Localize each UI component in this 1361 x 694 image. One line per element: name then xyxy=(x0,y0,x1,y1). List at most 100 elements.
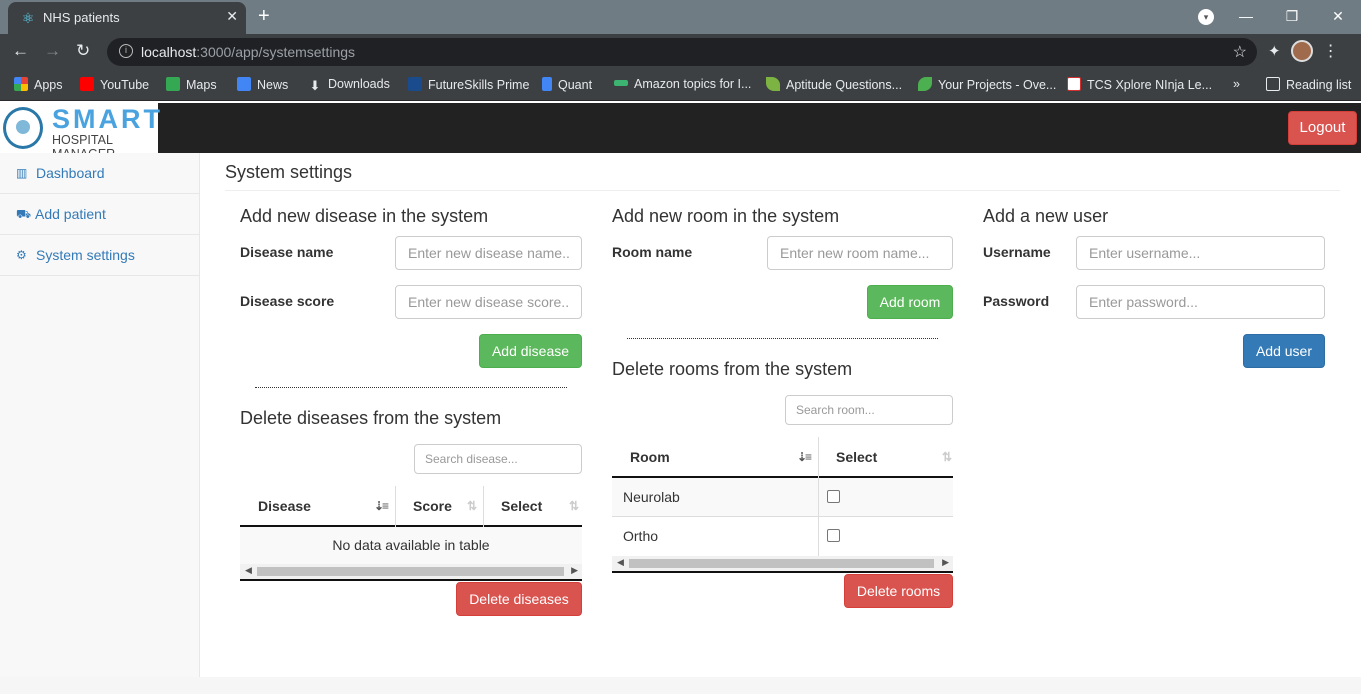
address-bar[interactable]: i localhost:3000/app/systemsettings ☆ xyxy=(107,38,1257,66)
back-icon[interactable]: ← xyxy=(12,41,29,61)
sidebar-item-dashboard[interactable]: ▥ Dashboard xyxy=(0,153,199,194)
column-header-select[interactable]: Select ⇅ xyxy=(483,486,582,527)
bookmark-tcs-xplore[interactable]: TCS Xplore NInja Le... xyxy=(1067,77,1212,92)
room-name-cell: Neurolab xyxy=(623,489,680,505)
browser-tabstrip: ⚛ NHS patients ✕ + ▾ — ❐ ✕ xyxy=(0,0,1361,34)
info-icon[interactable]: i xyxy=(119,44,133,58)
apps-grid-icon xyxy=(14,77,28,91)
url-host: localhost xyxy=(141,44,197,60)
sort-icon: ⇅ xyxy=(941,450,952,464)
tab-search-icon[interactable]: ▾ xyxy=(1198,9,1214,25)
rooms-table: Room ⇣≡ Select ⇅ Neurolab Ortho ◀ ▶ xyxy=(612,437,953,574)
column-label: Room xyxy=(630,449,670,465)
bookmarks-bar: Apps YouTube Maps News ⬇ Downloads Future… xyxy=(0,70,1361,101)
extensions-icon[interactable]: ✦ xyxy=(1268,42,1281,60)
empty-table-message: No data available in table xyxy=(332,537,490,553)
table-bottom-border xyxy=(612,571,953,573)
bookmark-maps[interactable]: Maps xyxy=(166,77,217,92)
search-room-input[interactable] xyxy=(785,395,953,425)
logout-button[interactable]: Logout xyxy=(1288,111,1357,145)
window-controls: — ❐ ✕ xyxy=(1223,0,1361,32)
delete-diseases-button[interactable]: Delete diseases xyxy=(456,582,582,616)
bookmark-apps[interactable]: Apps xyxy=(14,77,63,92)
sidebar-item-add-patient[interactable]: ⛟ Add patient xyxy=(0,194,199,235)
disease-divider xyxy=(255,387,567,388)
bookmark-news[interactable]: News xyxy=(237,77,288,92)
close-window-icon[interactable]: ✕ xyxy=(1315,8,1361,25)
sidebar-item-label: Add patient xyxy=(35,206,106,222)
bookmark-star-icon[interactable]: ☆ xyxy=(1233,42,1247,62)
delete-rooms-button[interactable]: Delete rooms xyxy=(844,574,953,608)
column-label: Disease xyxy=(258,498,311,514)
rooms-table-scrollbar[interactable]: ◀ ▶ xyxy=(612,556,953,571)
column-header-disease[interactable]: Disease ⇣≡ xyxy=(240,486,395,527)
profile-avatar[interactable] xyxy=(1290,40,1313,62)
bookmark-label: TCS Xplore NInja Le... xyxy=(1087,78,1213,92)
scroll-left-icon[interactable]: ◀ xyxy=(617,557,624,568)
bookmark-youtube[interactable]: YouTube xyxy=(80,77,149,92)
bookmark-label: Quant xyxy=(558,78,593,92)
username-input[interactable] xyxy=(1076,236,1325,270)
bookmark-aptitude[interactable]: Aptitude Questions... xyxy=(766,77,902,92)
scroll-right-icon[interactable]: ▶ xyxy=(571,565,578,576)
reading-list[interactable]: Reading list xyxy=(1266,77,1351,92)
column-header-score[interactable]: Score ⇅ xyxy=(395,486,483,527)
sort-icon: ⇅ xyxy=(466,499,477,513)
bookmark-amazon-topics[interactable]: Amazon topics for I... xyxy=(614,77,751,91)
password-input[interactable] xyxy=(1076,285,1325,319)
scroll-thumb[interactable] xyxy=(629,559,934,568)
restore-icon[interactable]: ❐ xyxy=(1269,8,1315,25)
reload-icon[interactable]: ↻ xyxy=(76,41,90,61)
bookmark-label: Maps xyxy=(186,78,217,92)
scroll-left-icon[interactable]: ◀ xyxy=(245,565,252,576)
search-disease-input[interactable] xyxy=(414,444,582,474)
room-name-label: Room name xyxy=(612,244,693,260)
diseases-table-scrollbar[interactable]: ◀ ▶ xyxy=(240,564,582,579)
add-room-button[interactable]: Add room xyxy=(867,285,953,319)
logo-title: SMART xyxy=(52,104,163,134)
bookmark-your-projects[interactable]: Your Projects - Ove... xyxy=(918,77,1056,92)
forward-icon[interactable]: → xyxy=(44,41,61,61)
room-name-input[interactable] xyxy=(767,236,953,270)
new-tab-icon[interactable]: + xyxy=(258,5,270,27)
sidebar-item-system-settings[interactable]: ⚙ System settings xyxy=(0,235,199,276)
table-bottom-border xyxy=(240,579,582,581)
bookmark-label: Downloads xyxy=(328,77,390,91)
ambulance-icon: ⛟ xyxy=(16,207,32,221)
column-header-room[interactable]: Room ⇣≡ xyxy=(612,437,818,478)
download-icon: ⬇ xyxy=(309,78,321,93)
room-select-checkbox[interactable] xyxy=(827,529,840,542)
browser-tab[interactable]: ⚛ NHS patients ✕ xyxy=(8,2,246,34)
reading-list-label: Reading list xyxy=(1286,78,1352,92)
bookmark-label: News xyxy=(257,78,289,92)
sidebar: ▥ Dashboard ⛟ Add patient ⚙ System setti… xyxy=(0,153,200,677)
disease-score-input[interactable] xyxy=(395,285,582,319)
title-divider xyxy=(225,190,1340,191)
room-select-checkbox[interactable] xyxy=(827,490,840,503)
menu-icon[interactable]: ⋮ xyxy=(1323,41,1339,61)
scroll-right-icon[interactable]: ▶ xyxy=(942,557,949,568)
close-tab-icon[interactable]: ✕ xyxy=(226,8,238,25)
add-user-button[interactable]: Add user xyxy=(1243,334,1325,368)
column-header-select[interactable]: Select ⇅ xyxy=(818,437,953,478)
react-favicon-icon: ⚛ xyxy=(21,10,35,26)
disease-score-label: Disease score xyxy=(240,293,335,309)
bookmark-quant[interactable]: Quant xyxy=(542,77,592,92)
bookmark-futureskills[interactable]: FutureSkills Prime xyxy=(408,77,529,92)
bookmark-label: YouTube xyxy=(100,78,150,92)
tcs-icon xyxy=(1067,77,1081,91)
bookmark-downloads[interactable]: ⬇ Downloads xyxy=(308,77,390,93)
more-bookmarks-icon[interactable]: » xyxy=(1233,77,1240,91)
url-text: localhost:3000/app/systemsettings xyxy=(141,44,355,60)
column-separator xyxy=(483,486,484,527)
scroll-thumb[interactable] xyxy=(257,567,564,576)
minimize-icon[interactable]: — xyxy=(1223,8,1269,24)
app-logo[interactable]: SMART HOSPITAL MANAGER xyxy=(0,103,160,161)
maps-icon xyxy=(166,77,180,91)
add-disease-heading: Add new disease in the system xyxy=(240,206,489,226)
amazon-topics-icon xyxy=(614,80,628,86)
bookmark-label: FutureSkills Prime xyxy=(428,78,530,92)
add-disease-button[interactable]: Add disease xyxy=(479,334,582,368)
column-label: Score xyxy=(413,498,452,514)
disease-name-input[interactable] xyxy=(395,236,582,270)
